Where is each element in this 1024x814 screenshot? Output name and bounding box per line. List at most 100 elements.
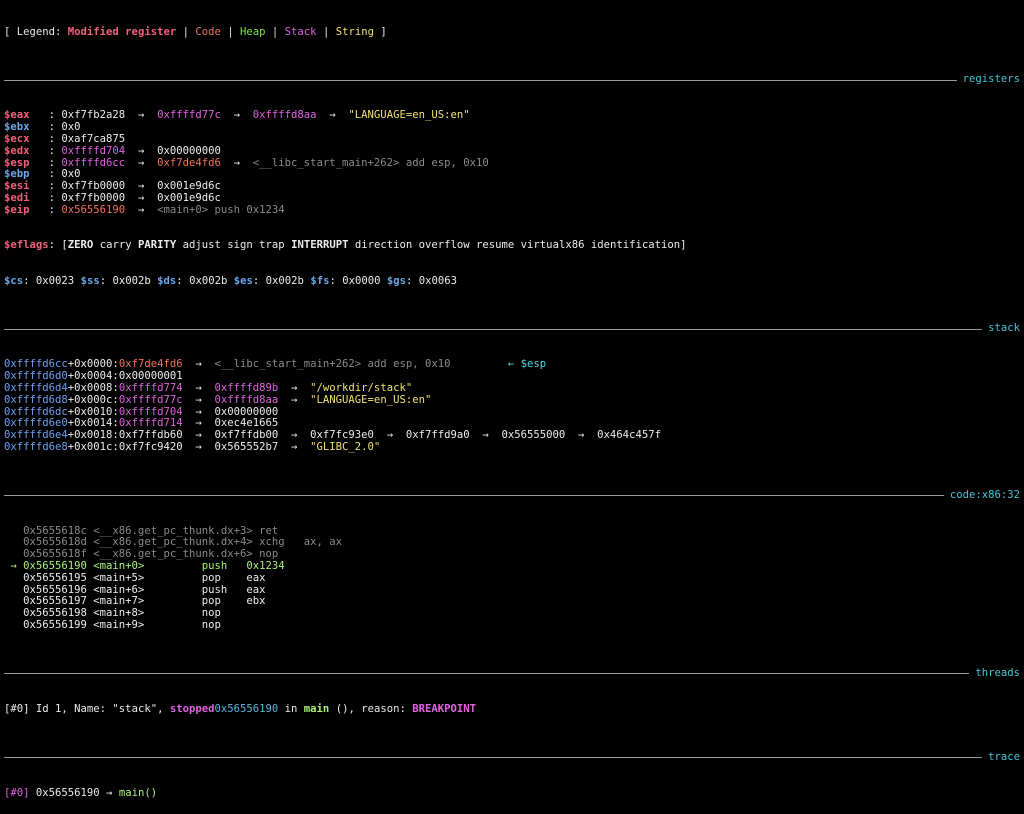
register-value: 0xffffd6cc [61,156,126,169]
register-value: 0xffffd704 [61,144,126,157]
stack-value: 0xec4e1665 [214,417,279,430]
segment-name: $es [233,274,253,287]
stack-row[interactable]: 0xffffd6e8+0x001c:0xf7fc9420 → 0x565552b… [4,440,1020,454]
separator: : [29,168,62,181]
legend-suffix: ] [373,25,387,38]
thread-address: 0x56556190 [214,702,279,715]
segment-name: $fs [310,274,330,287]
arrow: → [125,144,158,157]
eflag-text: INTERRUPT [291,239,349,252]
stack-value: "LANGUAGE=en_US:en" [310,393,432,406]
arrow: → [125,203,158,216]
register-name: $eax [4,109,30,122]
legend-code: Code [195,25,221,38]
segment-value: 0x0023 [35,274,75,287]
register-deref: 0xf7de4fd6 [157,156,221,169]
trace-address: 0x56556190 → [29,786,119,799]
thread-line[interactable]: [#0] Id 1, Name: "stack", stopped0x56556… [4,702,1020,716]
terminal[interactable]: [ Legend: Modified register | Code | Hea… [0,0,1024,814]
segment-value: 0x0000 [342,274,381,287]
legend-sep: | [220,25,241,38]
registers-title: registers [962,73,1020,86]
segment-name: $ss [80,274,100,287]
stack-value: → [182,393,215,406]
separator: : [29,191,62,204]
divider [4,495,944,497]
register-row[interactable]: $eax : 0xf7fb2a28 → 0xffffd77c → 0xffffd… [4,109,1020,122]
stack-value: → [469,429,502,442]
register-deref: 0x00000000 [157,144,221,157]
instruction-row[interactable]: 0x56556199 <main+9> nop [4,619,1020,632]
stack-value: 0xffffd8aa [214,393,279,406]
stack-value: 0xf7fc9420 [118,440,183,453]
register-name: $ebp [4,168,30,181]
divider [4,673,970,675]
stack-value: → [565,429,598,442]
stack-title: stack [988,322,1020,335]
register-value: 0x0 [61,121,81,134]
register-row[interactable]: $ebx : 0x0 [4,121,1020,134]
stack-value: → [182,405,215,418]
register-value: 0xaf7ca875 [61,132,126,145]
thread-reason: BREAKPOINT [412,702,477,715]
separator: : [29,109,62,122]
thread-status: stopped [169,702,215,715]
segment-registers: $cs: 0x0023 $ss: 0x002b $ds: 0x002b $es:… [4,274,1020,288]
register-deref: 0x001e9d6c [157,191,221,204]
stack-address: 0xffffd6dc [4,405,68,418]
register-value: 0xf7fb0000 [61,191,126,204]
register-value: 0xf7fb0000 [61,180,126,193]
stack-value: → [182,429,215,442]
segment-name: $ds [157,274,177,287]
segment-value: 0x002b [265,274,304,287]
stack-value: → [278,381,311,394]
stack-header: stack [4,323,1020,336]
segment-value: 0x002b [112,274,151,287]
legend-stack: Stack [284,25,317,38]
eflag-text: adjust sign trap [176,239,292,252]
register-deref: 0x001e9d6c [157,180,221,193]
register-row[interactable]: $eip : 0x56556190 → <main+0> push 0x1234 [4,203,1020,217]
threads-header: threads [4,667,1020,680]
register-name: $eip [4,203,30,216]
register-value: 0x56556190 [61,203,126,216]
stack-value: 0x464c457f [597,429,661,442]
thread-id: [#0] [4,702,30,715]
segment-value: 0x0063 [418,274,458,287]
stack-value: 0x56555000 [501,429,566,442]
code-panel: 0x5655618c <__x86.get_pc_thunk.dx+3> ret… [4,525,1020,632]
stack-value: → [278,429,311,442]
eflag-text: PARITY [137,239,177,252]
separator: : [23,274,36,287]
stack-offset: +0x000c: [67,393,119,406]
legend-sep: | [265,25,285,38]
eflag-text: ZERO [67,239,94,252]
eflags-label: $eflags [4,239,49,252]
stack-value: 0x00000001 [118,370,183,383]
instruction-text: 0x56556197 <main+7> pop ebx [4,595,266,608]
stack-value: 0xffffd89b [214,381,279,394]
trace-line[interactable]: [#0] 0x56556190 → main() [4,786,1020,800]
stack-value: → [278,393,311,406]
separator: : [29,180,62,193]
divider [4,328,983,330]
stack-offset: +0x0000: [67,358,119,371]
eflag-text: direction overflow resume virtualx86 ide… [348,239,687,252]
trace-header: trace [4,751,1020,764]
stack-value: 0xffffd77c [118,393,183,406]
stack-value: → [278,440,311,453]
register-deref: 0xffffd77c [157,109,221,122]
register-row[interactable]: $esp : 0xffffd6cc → 0xf7de4fd6 → <__libc… [4,156,1020,170]
segment-name: $gs [386,274,407,287]
register-name: $ecx [4,132,30,145]
stack-offset: +0x0018: [67,429,119,442]
register-name: $ebx [4,121,30,134]
segment-name: $cs [4,274,24,287]
arrow: → [125,191,158,204]
stack-value: 0xf7de4fd6 [118,358,183,371]
legend-string: String [335,25,374,38]
stack-address: 0xffffd6d8 [4,393,68,406]
legend-prefix: [ Legend: [4,25,68,38]
stack-offset: +0x0014: [67,417,119,430]
thread-in: in [278,702,304,715]
